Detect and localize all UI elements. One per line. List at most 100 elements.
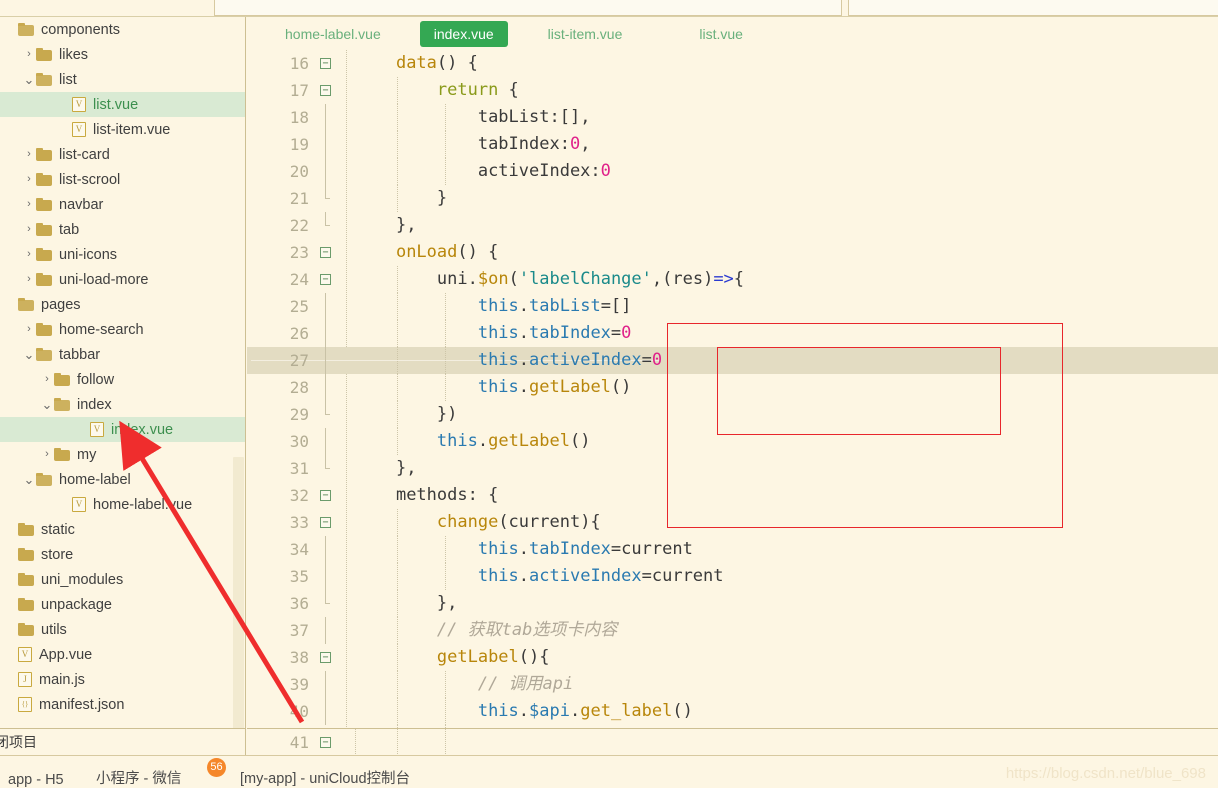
fold-toggle-icon[interactable]: − bbox=[320, 517, 331, 528]
tree-item-index-vue[interactable]: Vindex.vue bbox=[0, 417, 245, 442]
tree-item-uni-load-more[interactable]: › uni-load-more bbox=[0, 267, 245, 292]
chevron-down-icon[interactable]: ⌄ bbox=[22, 73, 36, 86]
chevron-right-icon[interactable]: › bbox=[22, 249, 36, 260]
tree-item-unpackage[interactable]: unpackage bbox=[0, 592, 245, 617]
tree-item-likes[interactable]: › likes bbox=[0, 42, 245, 67]
tab-home-label-vue[interactable]: home-label.vue bbox=[271, 21, 395, 47]
fold-toggle-icon[interactable]: − bbox=[320, 490, 331, 501]
tree-item-tabbar[interactable]: ⌄ tabbar bbox=[0, 342, 245, 367]
chevron-down-icon[interactable]: ⌄ bbox=[22, 348, 36, 361]
chevron-right-icon[interactable]: › bbox=[22, 149, 36, 160]
fold-toggle-icon[interactable]: − bbox=[320, 274, 331, 285]
tree-item-list-card[interactable]: › list-card bbox=[0, 142, 245, 167]
code-line[interactable]: 30 this.getLabel() bbox=[247, 428, 1218, 455]
code-line[interactable]: 22 }, bbox=[247, 212, 1218, 239]
indent-guide bbox=[397, 729, 398, 756]
folder-open-icon bbox=[54, 398, 70, 411]
taskbar-item-wechat[interactable]: 小程序 - 微信 bbox=[96, 767, 181, 788]
code-line[interactable]: 39 // 调用api bbox=[247, 671, 1218, 698]
tree-item-home-label-vue[interactable]: Vhome-label.vue bbox=[0, 492, 245, 517]
tree-item-pages[interactable]: pages bbox=[0, 292, 245, 317]
chevron-right-icon[interactable]: › bbox=[40, 374, 54, 385]
tree-item-index[interactable]: ⌄ index bbox=[0, 392, 245, 417]
tree-item-home-search[interactable]: › home-search bbox=[0, 317, 245, 342]
code-line[interactable]: 31 }, bbox=[247, 455, 1218, 482]
code-line[interactable]: 21 } bbox=[247, 185, 1218, 212]
chevron-right-icon[interactable]: › bbox=[22, 224, 36, 235]
editor-tabbar[interactable]: home-label.vue index.vue list-item.vue list… bbox=[247, 17, 1218, 50]
tree-item-label: home-label.vue bbox=[93, 496, 193, 513]
taskbar-item-h5[interactable]: app - H5 bbox=[8, 772, 64, 788]
tree-item-tab[interactable]: › tab bbox=[0, 217, 245, 242]
code-text: this.tabIndex=current bbox=[477, 539, 693, 559]
file-tree[interactable]: components › likes ⌄ list Vlist.vue Vlist-item… bbox=[0, 17, 245, 717]
code-line[interactable]: 37 // 获取tab选项卡内容 bbox=[247, 617, 1218, 644]
toolbar-panel-right[interactable] bbox=[848, 0, 1218, 16]
tree-item-manifest-json[interactable]: {} manifest.json bbox=[0, 692, 245, 717]
tree-item-my[interactable]: › my bbox=[0, 442, 245, 467]
uniapp-hbuilderx-window: components › likes ⌄ list Vlist.vue Vlist-item… bbox=[0, 0, 1218, 788]
taskbar[interactable]: app - H5 小程序 - 微信 56 [my-app] - uniCloud… bbox=[0, 756, 1218, 788]
code-line[interactable]: 35 this.activeIndex=current bbox=[247, 563, 1218, 590]
code-line[interactable]: 33− change(current){ bbox=[247, 509, 1218, 536]
tree-item-follow[interactable]: › follow bbox=[0, 367, 245, 392]
chevron-right-icon[interactable]: › bbox=[40, 449, 54, 460]
chevron-right-icon[interactable]: › bbox=[22, 274, 36, 285]
fold-toggle-icon[interactable]: − bbox=[320, 85, 331, 96]
code-line[interactable]: 18 tabList:[], bbox=[247, 104, 1218, 131]
code-line[interactable]: 40 this.$api.get_label() bbox=[247, 698, 1218, 725]
code-line[interactable]: 36 }, bbox=[247, 590, 1218, 617]
code-line[interactable]: 29 }) bbox=[247, 401, 1218, 428]
tree-item-list[interactable]: ⌄ list bbox=[0, 67, 245, 92]
tree-item-list-vue[interactable]: Vlist.vue bbox=[0, 92, 245, 117]
code-line[interactable]: 19 tabIndex:0, bbox=[247, 131, 1218, 158]
tree-item-list-item-vue[interactable]: Vlist-item.vue bbox=[0, 117, 245, 142]
tree-item-app-vue[interactable]: V App.vue bbox=[0, 642, 245, 667]
fold-toggle-icon[interactable]: − bbox=[320, 58, 331, 69]
tree-item-home-label[interactable]: ⌄ home-label bbox=[0, 467, 245, 492]
tree-item-navbar[interactable]: › navbar bbox=[0, 192, 245, 217]
code-line[interactable]: 17− return { bbox=[247, 77, 1218, 104]
fold-toggle-icon[interactable]: − bbox=[320, 247, 331, 258]
tab-list-vue[interactable]: list.vue bbox=[685, 21, 757, 47]
code-line[interactable]: 32− methods: { bbox=[247, 482, 1218, 509]
code-line[interactable]: 23− onLoad() { bbox=[247, 239, 1218, 266]
chevron-down-icon[interactable]: ⌄ bbox=[40, 398, 54, 411]
code-line[interactable]: 16− data() { bbox=[247, 50, 1218, 77]
chevron-right-icon[interactable]: › bbox=[22, 174, 36, 185]
code-line[interactable]: 24− uni.$on('labelChange',(res)=>{ bbox=[247, 266, 1218, 293]
sidebar-scrollbar-thumb[interactable] bbox=[233, 457, 244, 728]
code-line[interactable]: 28 this.getLabel() bbox=[247, 374, 1218, 401]
taskbar-item-unicloud[interactable]: [my-app] - uniCloud控制台 bbox=[240, 767, 410, 788]
project-explorer-sidebar[interactable]: components › likes ⌄ list Vlist.vue Vlist-item… bbox=[0, 17, 246, 728]
tree-item-static[interactable]: static bbox=[0, 517, 245, 542]
tab-list-item-vue[interactable]: list-item.vue bbox=[534, 21, 637, 47]
tree-item-label: store bbox=[41, 546, 74, 563]
fold-toggle-icon[interactable]: − bbox=[320, 737, 331, 748]
code-line[interactable]: 25 this.tabList=[] bbox=[247, 293, 1218, 320]
chevron-right-icon[interactable]: › bbox=[22, 199, 36, 210]
toolbar-panel-left[interactable] bbox=[214, 0, 842, 16]
code-line[interactable]: 26 this.tabIndex=0 bbox=[247, 320, 1218, 347]
code-line[interactable]: 38− getLabel(){ bbox=[247, 644, 1218, 671]
close-project-bar[interactable]: 闭项目 bbox=[0, 728, 246, 755]
tree-item-main-js[interactable]: Jmain.js bbox=[0, 667, 245, 692]
code-editor[interactable]: 16− data() {17− return {18 tabList:[], 19… bbox=[247, 50, 1218, 755]
code-line[interactable]: 20 activeIndex:0 bbox=[247, 158, 1218, 185]
code-line[interactable]: 27 this.activeIndex=0 bbox=[247, 347, 1218, 374]
chevron-right-icon[interactable]: › bbox=[22, 324, 36, 335]
chevron-down-icon[interactable]: ⌄ bbox=[22, 473, 36, 486]
chevron-right-icon[interactable]: › bbox=[22, 49, 36, 60]
tree-item-uni-icons[interactable]: › uni-icons bbox=[0, 242, 245, 267]
tree-item-store[interactable]: store bbox=[0, 542, 245, 567]
code-lines[interactable]: 16− data() {17− return {18 tabList:[], 19… bbox=[247, 50, 1218, 752]
tree-item-components[interactable]: components bbox=[0, 17, 245, 42]
code-text: }) bbox=[436, 404, 458, 424]
tab-index-vue[interactable]: index.vue bbox=[419, 20, 508, 47]
tree-item-utils[interactable]: utils bbox=[0, 617, 245, 642]
code-line[interactable]: 34 this.tabIndex=current bbox=[247, 536, 1218, 563]
tree-item-list-scrool[interactable]: › list-scrool bbox=[0, 167, 245, 192]
code-text: }, bbox=[395, 458, 417, 478]
fold-toggle-icon[interactable]: − bbox=[320, 652, 331, 663]
tree-item-uni-modules[interactable]: uni_modules bbox=[0, 567, 245, 592]
